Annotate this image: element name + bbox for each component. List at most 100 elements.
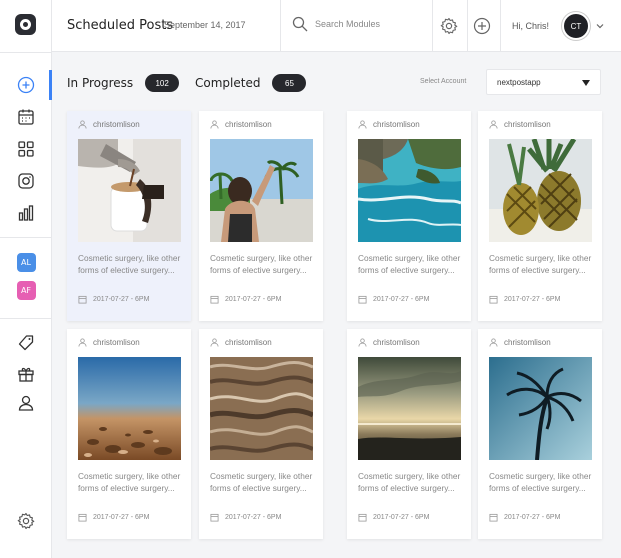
add-circle-icon[interactable] [473,17,491,35]
account-badge: AF [16,280,36,300]
post-date: 2017-07-27 - 6PM [373,296,430,303]
count-badge: 65 [272,74,307,92]
post-card[interactable]: christomlison Cosmetic surgery, like oth… [478,329,602,539]
sidebar-account-1[interactable]: AL [0,247,52,277]
post-user: christomlison [78,338,140,347]
sidebar: AL AF [0,0,52,558]
select-account-label: Select Account [420,78,467,85]
bar-chart-icon [18,205,34,221]
search-icon [292,16,308,32]
instagram-icon [18,173,34,189]
user-avatar[interactable]: CT [562,12,590,40]
sidebar-item-statistics[interactable] [0,198,52,228]
post-card[interactable]: christomlison Cosmetic surgery, like oth… [347,111,471,321]
settings-gear-icon[interactable] [440,17,458,35]
post-caption: Cosmetic surgery, like other forms of el… [489,471,592,493]
user-icon [210,338,219,347]
post-user: christomlison [358,338,420,347]
post-schedule: 2017-07-27 - 6PM [78,513,149,522]
post-image[interactable] [358,357,461,460]
header-divider [432,0,433,52]
top-header: Scheduled Posts September 14, 2017 Searc… [52,0,621,52]
post-date: 2017-07-27 - 6PM [93,514,150,521]
account-select[interactable]: nextpostapp [486,69,601,95]
header-date: September 14, 2017 [164,20,246,30]
post-caption: Cosmetic surgery, like other forms of el… [78,471,181,493]
post-card[interactable]: christomlison Cosmetic surgery, like oth… [67,111,191,321]
calendar-icon [18,109,34,125]
post-username: christomlison [504,338,551,347]
post-user: christomlison [489,120,551,129]
user-icon [489,120,498,129]
tab-in-progress[interactable]: In Progress 102 [67,74,180,92]
post-username: christomlison [93,120,140,129]
post-username: christomlison [504,120,551,129]
post-image[interactable] [78,357,181,460]
post-caption: Cosmetic surgery, like other forms of el… [358,253,461,275]
post-date: 2017-07-27 - 6PM [504,296,561,303]
post-caption: Cosmetic surgery, like other forms of el… [489,253,592,275]
sidebar-divider [0,237,52,238]
post-card[interactable]: christomlison Cosmetic surgery, like oth… [347,329,471,539]
post-caption: Cosmetic surgery, like other forms of el… [210,253,313,275]
post-date: 2017-07-27 - 6PM [225,296,282,303]
post-caption: Cosmetic surgery, like other forms of el… [210,471,313,493]
calendar-icon [78,513,87,522]
post-card[interactable]: christomlison Cosmetic surgery, like oth… [199,329,323,539]
post-image[interactable] [489,357,592,460]
sidebar-item-calendar[interactable] [0,102,52,132]
sidebar-item-new-post[interactable] [0,70,52,100]
calendar-icon [358,513,367,522]
count-badge: 102 [145,74,180,92]
tag-icon [18,335,34,351]
calendar-icon [210,513,219,522]
post-user: christomlison [210,338,272,347]
sidebar-item-settings[interactable] [0,506,52,536]
calendar-icon [489,295,498,304]
calendar-icon [210,295,219,304]
account-select-value: nextpostapp [497,77,541,87]
post-date: 2017-07-27 - 6PM [93,296,150,303]
post-image[interactable] [210,357,313,460]
post-username: christomlison [373,338,420,347]
search-input[interactable]: Search Modules [315,19,380,29]
header-divider [280,0,281,52]
sidebar-item-users[interactable] [0,388,52,418]
post-username: christomlison [225,338,272,347]
sidebar-item-instagram[interactable] [0,166,52,196]
post-image[interactable] [78,139,181,242]
post-schedule: 2017-07-27 - 6PM [210,513,281,522]
chevron-down-icon[interactable] [596,22,604,30]
post-image[interactable] [210,139,313,242]
sidebar-item-gifts[interactable] [0,359,52,389]
user-icon [489,338,498,347]
tab-label: In Progress [67,76,134,90]
sidebar-account-2[interactable]: AF [0,275,52,305]
user-icon [18,395,34,411]
calendar-icon [358,295,367,304]
post-image[interactable] [489,139,592,242]
grid-icon [18,141,34,157]
post-username: christomlison [225,120,272,129]
account-badge: AL [16,252,36,272]
post-card[interactable]: christomlison Cosmetic surgery, like oth… [67,329,191,539]
post-caption: Cosmetic surgery, like other forms of el… [78,253,181,275]
post-date: 2017-07-27 - 6PM [225,514,282,521]
user-icon [358,338,367,347]
sidebar-item-packages[interactable] [0,328,52,358]
post-image[interactable] [358,139,461,242]
sidebar-divider [0,318,52,319]
gear-icon [17,512,35,530]
search-box[interactable]: Search Modules [292,16,380,32]
sidebar-item-modules[interactable] [0,134,52,164]
post-card[interactable]: christomlison Cosmetic surgery, like oth… [199,111,323,321]
greeting-text: Hi, Chris! [512,21,550,31]
gift-icon [18,367,34,382]
tab-completed[interactable]: Completed 65 [195,74,307,92]
post-schedule: 2017-07-27 - 6PM [358,513,429,522]
post-caption: Cosmetic surgery, like other forms of el… [358,471,461,493]
post-card[interactable]: christomlison Cosmetic surgery, like oth… [478,111,602,321]
post-schedule: 2017-07-27 - 6PM [489,513,560,522]
app-logo[interactable] [15,14,36,35]
page-title: Scheduled Posts [67,18,174,33]
